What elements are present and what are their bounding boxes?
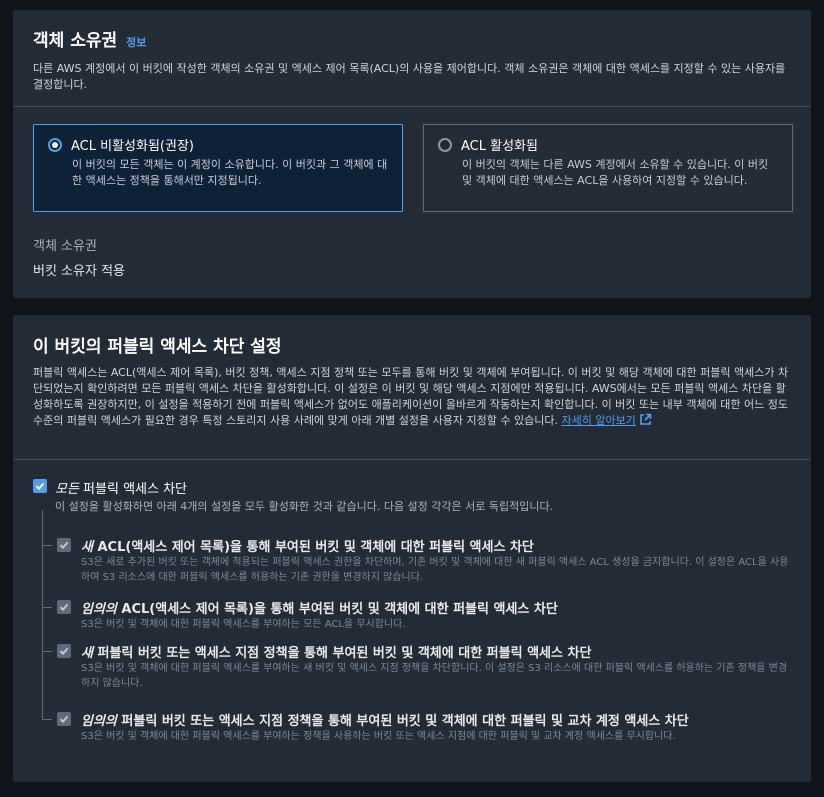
object-ownership-panel: 객체 소유권 정보 다른 AWS 계정에서 이 버킷에 작성한 객체의 소유권 … xyxy=(13,10,811,298)
block-any-policy-checkbox[interactable] xyxy=(57,712,71,726)
block-new-policy-checkbox[interactable] xyxy=(57,644,71,658)
tree-connector-branch xyxy=(42,719,52,720)
acl-disabled-option[interactable]: ACL 비활성화됨(권장) 이 버킷의 모든 객체는 이 계정이 소유합니다. … xyxy=(33,124,403,212)
object-ownership-description: 다른 AWS 계정에서 이 버킷에 작성한 객체의 소유권 및 액세스 제어 목… xyxy=(33,62,786,91)
acl-enabled-description: 이 버킷의 객체는 다른 AWS 계정에서 소유할 수 있습니다. 이 버킷 및… xyxy=(462,158,769,187)
block-new-acl-description: S3은 새로 추가된 버킷 또는 객체에 적용되는 퍼블릭 액세스 권한을 차단… xyxy=(81,557,789,583)
header-divider xyxy=(13,106,811,107)
block-public-access-description: 퍼블릭 액세스는 ACL(액세스 제어 목록), 버킷 정책, 액세스 지점 정… xyxy=(33,365,791,431)
check-icon xyxy=(59,541,69,549)
block-public-access-panel: 이 버킷의 퍼블릭 액세스 차단 설정 퍼블릭 액세스는 ACL(액세스 제어 … xyxy=(13,315,811,782)
block-any-policy-label: 임의의 퍼블릭 버킷 또는 액세스 지점 정책을 통해 부여된 버킷 및 객체에… xyxy=(81,714,689,729)
acl-disabled-radio[interactable] xyxy=(48,137,62,152)
tree-connector-branch xyxy=(42,607,52,608)
block-all-checkbox[interactable] xyxy=(33,479,47,493)
check-icon xyxy=(59,715,69,723)
block-all-description: 이 설정을 활성화하면 아래 4개의 설정을 모두 활성화한 것과 같습니다. … xyxy=(55,500,554,513)
block-new-acl-checkbox[interactable] xyxy=(57,538,71,552)
object-ownership-value: 버킷 소유자 적용 xyxy=(33,264,125,279)
block-public-access-title: 이 버킷의 퍼블릭 액세스 차단 설정 xyxy=(33,337,282,357)
check-icon xyxy=(59,647,69,655)
block-public-access-header: 이 버킷의 퍼블릭 액세스 차단 설정 퍼블릭 액세스는 ACL(액세스 제어 … xyxy=(13,315,811,431)
acl-disabled-description: 이 버킷의 모든 객체는 이 계정이 소유합니다. 이 버킷과 그 객체에 대한… xyxy=(72,158,388,187)
object-ownership-key: 객체 소유권 xyxy=(33,239,97,254)
acl-enabled-radio[interactable] xyxy=(438,137,452,152)
acl-enabled-option[interactable]: ACL 활성화됨 이 버킷의 객체는 다른 AWS 계정에서 소유할 수 있습니… xyxy=(423,124,793,212)
acl-enabled-label: ACL 활성화됨 xyxy=(461,139,538,154)
block-new-acl-label: 새 ACL(액세스 제어 목록)을 통해 부여된 버킷 및 객체에 대한 퍼블릭… xyxy=(81,540,534,555)
block-any-policy-description: S3은 버킷 및 객체에 대한 퍼블릭 액세스를 부여하는 정책을 사용하는 버… xyxy=(81,731,676,742)
block-any-acl-label: 임의의 ACL(액세스 제어 목록)을 통해 부여된 버킷 및 객체에 대한 퍼… xyxy=(81,602,558,617)
acl-disabled-label: ACL 비활성화됨(권장) xyxy=(71,139,194,154)
external-link-icon[interactable] xyxy=(639,413,652,431)
tree-connector-line xyxy=(42,510,43,719)
check-icon xyxy=(59,603,69,611)
header-divider xyxy=(13,459,811,460)
tree-connector-branch xyxy=(42,545,52,546)
check-icon xyxy=(35,482,45,490)
block-new-policy-description: S3은 버킷 및 객체에 대한 퍼블릭 액세스를 부여하는 새 버킷 및 액세스… xyxy=(81,663,788,689)
block-any-acl-description: S3은 버킷 및 객체에 대한 퍼블릭 액세스를 부여하는 모든 ACL을 무시… xyxy=(81,619,406,630)
object-ownership-title: 객체 소유권 xyxy=(33,31,118,51)
object-ownership-header: 객체 소유권 정보 다른 AWS 계정에서 이 버킷에 작성한 객체의 소유권 … xyxy=(13,10,811,93)
tree-connector-branch xyxy=(42,651,52,652)
block-new-policy-label: 새 퍼블릭 버킷 또는 액세스 지점 정책을 통해 부여된 버킷 및 객체에 대… xyxy=(81,646,592,661)
learn-more-link[interactable]: 자세히 알아보기 xyxy=(561,414,635,427)
block-all-label: 모든 퍼블릭 액세스 차단 xyxy=(55,482,187,497)
block-any-acl-checkbox[interactable] xyxy=(57,600,71,614)
block-public-access-description-text: 퍼블릭 액세스는 ACL(액세스 제어 목록), 버킷 정책, 액세스 지점 정… xyxy=(33,366,789,427)
info-link[interactable]: 정보 xyxy=(126,34,146,50)
